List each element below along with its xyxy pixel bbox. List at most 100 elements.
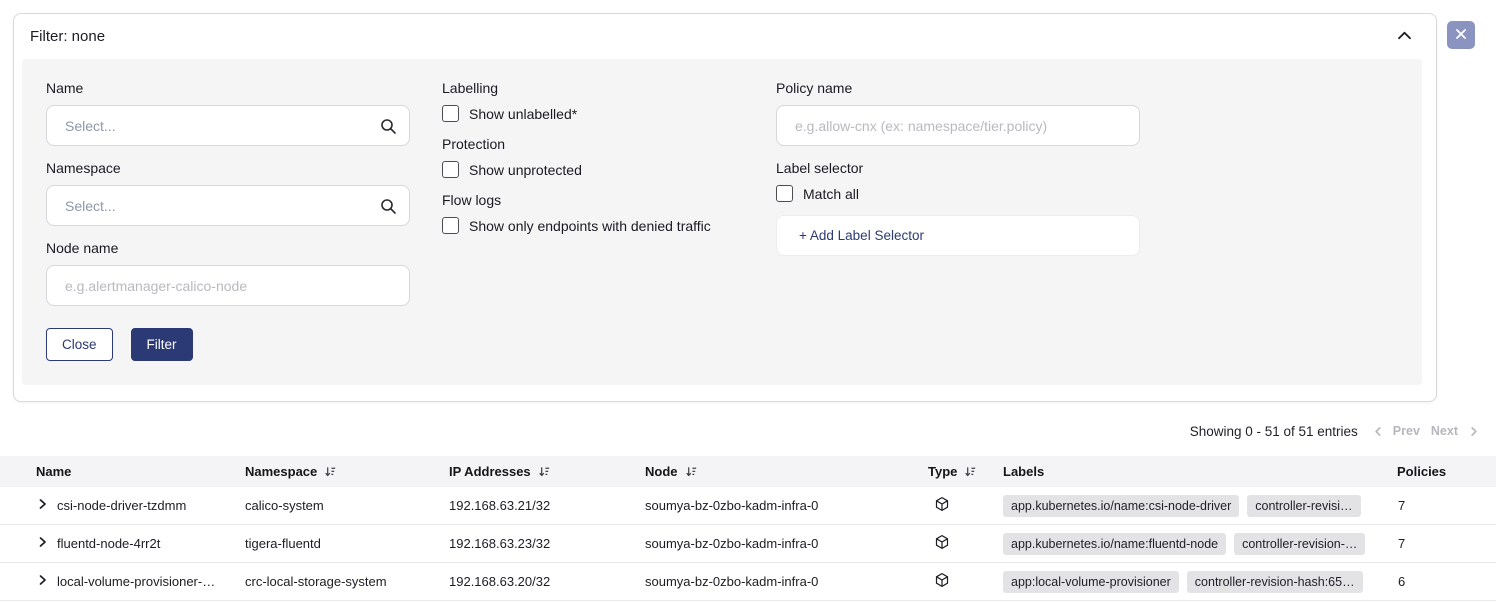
endpoint-node: soumya-bz-0zbo-kadm-infra-0 (645, 536, 928, 551)
endpoint-ip: 192.168.63.21/32 (449, 498, 645, 513)
endpoint-policies-count: 6 (1388, 574, 1496, 589)
protection-section-label: Protection (442, 136, 744, 152)
row-expand-button[interactable] (37, 536, 48, 551)
filter-card: Filter: none Name Namespace (13, 13, 1437, 402)
column-header-ip-addresses[interactable]: IP Addresses (449, 464, 645, 479)
column-header-policies: Policies (1388, 464, 1496, 479)
column-label: IP Addresses (449, 464, 531, 479)
column-header-namespace[interactable]: Namespace (245, 464, 449, 479)
endpoint-ip: 192.168.63.23/32 (449, 536, 645, 551)
labels-cell: app.kubernetes.io/name:csi-node-driver co… (1003, 495, 1388, 517)
sort-icon[interactable] (324, 465, 337, 478)
sort-icon[interactable] (685, 465, 698, 478)
filter-button[interactable]: Filter (131, 328, 193, 361)
endpoint-namespace: crc-local-storage-system (245, 574, 449, 589)
table-row[interactable]: csi-node-driver-tzdmm calico-system 192.… (0, 487, 1496, 525)
chevron-right-icon (37, 536, 48, 551)
close-button[interactable]: Close (46, 328, 113, 361)
entries-summary: Showing 0 - 51 of 51 entries (1190, 424, 1358, 439)
column-header-node[interactable]: Node (645, 464, 928, 479)
match-all-checkbox[interactable] (776, 185, 793, 202)
next-page-button[interactable]: Next (1431, 424, 1458, 438)
sort-icon[interactable] (964, 465, 977, 478)
labels-cell: app:local-volume-provisionercontroller-r… (1003, 571, 1388, 593)
pod-icon (934, 496, 950, 515)
chevron-right-icon (37, 498, 48, 513)
node-name-field-label: Node name (46, 240, 410, 256)
endpoint-name: fluentd-node-4rr2t (57, 536, 160, 551)
column-header-name: Name (0, 464, 245, 479)
show-unprotected-row: Show unprotected (442, 161, 744, 178)
column-label: Node (645, 464, 678, 479)
endpoint-name: csi-node-driver-tzdmm (57, 498, 186, 513)
pod-icon (934, 572, 950, 591)
column-header-type[interactable]: Type (928, 464, 1003, 479)
denied-traffic-label: Show only endpoints with denied traffic (469, 218, 711, 234)
close-icon (1455, 28, 1467, 43)
name-select-input[interactable] (46, 105, 410, 146)
chevron-up-icon (1397, 29, 1412, 44)
endpoint-ip: 192.168.63.20/32 (449, 574, 645, 589)
filter-left-column: Name Namespace Node name (46, 80, 410, 361)
filter-title: Filter: none (30, 28, 105, 45)
label-chip: controller-revision-… (1234, 533, 1365, 555)
row-expand-button[interactable] (37, 574, 48, 589)
name-field-label: Name (46, 80, 410, 96)
endpoints-table: Name Namespace IP Addresses Node (0, 456, 1496, 603)
collapse-filter-button[interactable] (1397, 29, 1412, 44)
denied-traffic-checkbox[interactable] (442, 217, 459, 234)
label-chip: app.kubernetes.io/name:fluentd-node (1003, 533, 1226, 555)
filter-form: Name Namespace Node name (22, 59, 1422, 385)
endpoint-node: soumya-bz-0zbo-kadm-infra-0 (645, 574, 928, 589)
policy-name-input[interactable] (776, 105, 1140, 146)
show-unlabelled-label: Show unlabelled* (469, 106, 577, 122)
labels-cell: app.kubernetes.io/name:fluentd-node contr… (1003, 533, 1388, 555)
filter-panel-region: Filter: none Name Namespace (0, 0, 1496, 402)
table-row[interactable]: fluentd-node-4rr2t tigera-fluentd 192.16… (0, 525, 1496, 563)
label-chip: app.kubernetes.io/name:csi-node-driver (1003, 495, 1239, 517)
namespace-field-label: Namespace (46, 160, 410, 176)
sort-icon[interactable] (538, 465, 551, 478)
table-header: Name Namespace IP Addresses Node (0, 456, 1496, 487)
endpoint-policies-count: 7 (1388, 536, 1496, 551)
show-unlabelled-checkbox[interactable] (442, 105, 459, 122)
node-name-input[interactable] (46, 265, 410, 306)
show-unprotected-label: Show unprotected (469, 162, 582, 178)
flow-logs-section-label: Flow logs (442, 192, 744, 208)
namespace-select-input[interactable] (46, 185, 410, 226)
endpoint-name: local-volume-provisioner-… (57, 574, 215, 589)
table-row[interactable]: local-volume-provisioner-… crc-local-sto… (0, 563, 1496, 601)
chevron-right-icon[interactable] (1469, 426, 1478, 437)
match-all-label: Match all (803, 186, 859, 202)
match-all-row: Match all (776, 185, 1140, 202)
chevron-right-icon (37, 574, 48, 589)
column-label: Name (36, 464, 71, 479)
add-label-selector-button[interactable]: + Add Label Selector (776, 215, 1140, 256)
show-unlabelled-row: Show unlabelled* (442, 105, 744, 122)
endpoint-policies-count: 7 (1388, 498, 1496, 513)
row-expand-button[interactable] (37, 498, 48, 513)
prev-page-button[interactable]: Prev (1393, 424, 1420, 438)
table-body: csi-node-driver-tzdmm calico-system 192.… (0, 487, 1496, 603)
endpoint-namespace: tigera-fluentd (245, 536, 449, 551)
labelling-section-label: Labelling (442, 80, 744, 96)
column-header-labels: Labels (1003, 464, 1388, 479)
pagination-bar: Showing 0 - 51 of 51 entries Prev Next (0, 422, 1496, 440)
chevron-left-icon[interactable] (1373, 426, 1382, 437)
denied-traffic-row: Show only endpoints with denied traffic (442, 217, 744, 234)
policy-name-field-label: Policy name (776, 80, 1140, 96)
label-selector-section-label: Label selector (776, 160, 1140, 176)
column-label: Policies (1397, 464, 1446, 479)
endpoint-node: soumya-bz-0zbo-kadm-infra-0 (645, 498, 928, 513)
endpoint-namespace: calico-system (245, 498, 449, 513)
pod-icon (934, 534, 950, 553)
close-filter-panel-button[interactable] (1447, 21, 1475, 49)
column-label: Labels (1003, 464, 1044, 479)
label-chip: controller-revisi… (1247, 495, 1360, 517)
column-label: Namespace (245, 464, 317, 479)
column-label: Type (928, 464, 957, 479)
filter-card-header: Filter: none (14, 14, 1436, 57)
filter-right-column: Policy name Label selector Match all + A… (776, 80, 1140, 256)
filter-middle-column: Labelling Show unlabelled* Protection Sh… (442, 80, 744, 248)
show-unprotected-checkbox[interactable] (442, 161, 459, 178)
